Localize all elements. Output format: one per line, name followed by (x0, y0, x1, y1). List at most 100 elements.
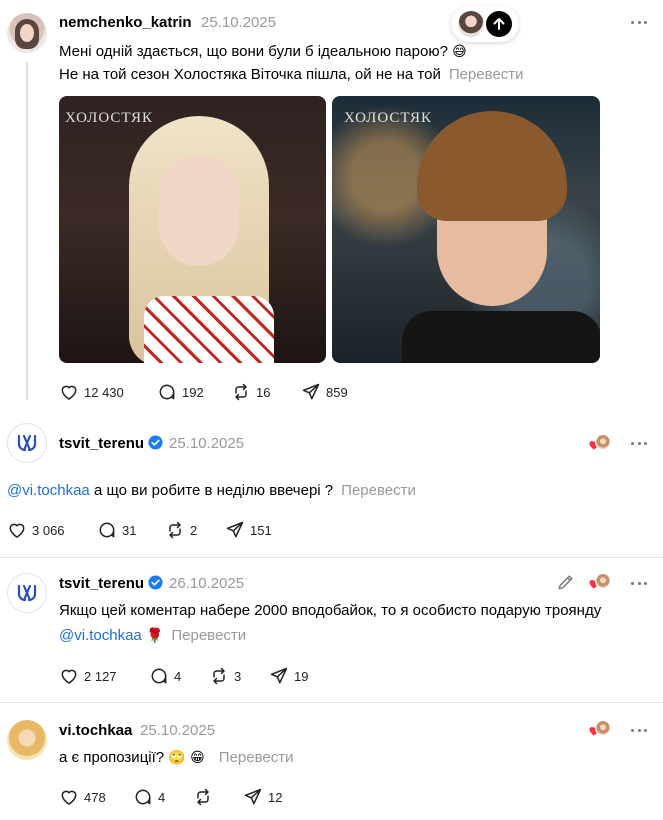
share-count: 19 (294, 668, 309, 684)
username[interactable]: vi.tochkaa (59, 722, 132, 739)
repost-count: 2 (190, 522, 198, 538)
translate-link[interactable]: Перевести (341, 482, 416, 499)
repost-icon (169, 521, 181, 539)
post-date: 26.10.2025 (169, 575, 245, 592)
scroll-to-top-pill[interactable] (451, 6, 519, 42)
share-icon (226, 521, 244, 538)
avatar[interactable] (7, 423, 47, 463)
share-button[interactable]: 151 (225, 519, 272, 541)
emoji: 😅 (452, 44, 467, 60)
username[interactable]: nemchenko_katrin (59, 14, 192, 31)
divider (0, 557, 663, 558)
avatar[interactable] (7, 720, 47, 760)
heart-icon (61, 669, 77, 684)
share-count: 151 (250, 522, 272, 538)
more-options-icon[interactable] (629, 433, 649, 453)
comment-button[interactable]: 31 (97, 519, 136, 541)
repost-icon (197, 788, 209, 806)
username[interactable]: tsvit_terenu (59, 575, 163, 592)
liked-by-author-indicator (588, 434, 614, 452)
float-avatar (458, 11, 484, 37)
comment-button[interactable]: 4 (133, 786, 165, 808)
share-button[interactable]: 859 (301, 381, 348, 403)
mention-link[interactable]: @vi.tochkaa (59, 627, 142, 644)
comment-icon (159, 384, 175, 400)
post-text-line-1: Якщо цей коментар набере 2000 вподобайок… (59, 602, 602, 619)
like-button[interactable]: 2 127 (59, 665, 117, 687)
author-mini-avatar (595, 434, 611, 450)
emoji: 🙄 😁 (168, 750, 205, 766)
like-count: 3 066 (32, 522, 65, 538)
like-count: 2 127 (84, 668, 117, 684)
share-icon (302, 383, 320, 400)
more-options-icon[interactable] (629, 573, 649, 593)
thread-line (26, 62, 28, 400)
edited-pencil-icon (558, 575, 573, 590)
arrow-up-icon[interactable] (486, 11, 512, 37)
post-text-line-1: Мені одній здається, що вони були б ідеа… (59, 43, 467, 60)
more-options-icon[interactable] (629, 12, 649, 32)
post-text-line-2: @vi.tochkaa 🌹 Перевести (59, 625, 246, 647)
repost-count: 3 (234, 668, 242, 684)
post-image-woman[interactable]: ХОЛОСТЯК (59, 96, 326, 363)
heart-icon (61, 790, 77, 805)
verified-badge-icon (148, 435, 163, 450)
comment-count: 192 (182, 384, 204, 400)
share-count: 859 (326, 384, 348, 400)
post-text: а є пропозиції? 🙄 😁 Перевести (59, 749, 294, 766)
share-button[interactable]: 19 (269, 665, 308, 687)
verified-badge-icon (148, 575, 163, 590)
comment-count: 31 (122, 522, 137, 538)
repost-button[interactable]: 3 (209, 665, 241, 687)
action-bar: 3 066 31 2 151 (7, 519, 307, 541)
comment-button[interactable]: 192 (157, 381, 204, 403)
post-date: 25.10.2025 (169, 435, 245, 452)
post-date: 25.10.2025 (201, 14, 277, 31)
avatar[interactable] (7, 573, 47, 613)
repost-button[interactable]: 2 (165, 519, 197, 541)
share-button[interactable]: 12 (243, 786, 282, 808)
action-bar: 2 127 4 3 19 (59, 665, 359, 687)
liked-by-author-indicator (588, 573, 614, 591)
repost-icon (235, 383, 247, 401)
author-mini-avatar (595, 573, 611, 589)
comment-icon (135, 789, 151, 805)
repost-button[interactable]: 16 (231, 381, 270, 403)
watermark-logo: ХОЛОСТЯК (344, 110, 432, 126)
translate-link[interactable]: Перевести (449, 66, 524, 83)
repost-button[interactable] (193, 786, 218, 808)
mention-link[interactable]: @vi.tochkaa (7, 482, 90, 499)
divider (0, 702, 663, 703)
rose-emoji: 🌹 (145, 628, 164, 644)
liked-by-author-indicator (588, 720, 614, 738)
heart-icon (61, 385, 77, 400)
share-icon (244, 788, 262, 805)
comment-icon (99, 522, 115, 538)
repost-count: 16 (256, 384, 271, 400)
more-options-icon[interactable] (629, 720, 649, 740)
avatar[interactable] (7, 13, 47, 53)
comment-count: 4 (158, 789, 166, 805)
comment-button[interactable]: 4 (149, 665, 181, 687)
post-date: 25.10.2025 (140, 722, 216, 739)
post-text: @vi.tochkaa а що ви робите в неділю ввеч… (7, 482, 416, 499)
share-icon (270, 667, 288, 684)
share-count: 12 (268, 789, 283, 805)
action-bar: 12 430 192 16 859 (59, 381, 359, 403)
translate-link[interactable]: Перевести (171, 627, 246, 644)
repost-icon (213, 667, 225, 685)
heart-icon (9, 523, 25, 538)
like-button[interactable]: 478 (59, 786, 106, 808)
like-count: 478 (84, 789, 106, 805)
like-button[interactable]: 3 066 (7, 519, 65, 541)
comment-count: 4 (174, 668, 182, 684)
translate-link[interactable]: Перевести (219, 749, 294, 766)
like-count: 12 430 (84, 384, 124, 400)
watermark-logo: ХОЛОСТЯК (65, 110, 153, 126)
post-text-line-2: Не на той сезон Холостяка Віточка пішла,… (59, 66, 524, 83)
author-mini-avatar (595, 720, 611, 736)
post-image-man[interactable]: ХОЛОСТЯК (332, 96, 600, 363)
like-button[interactable]: 12 430 (59, 381, 124, 403)
comment-icon (151, 668, 167, 684)
username[interactable]: tsvit_terenu (59, 435, 163, 452)
